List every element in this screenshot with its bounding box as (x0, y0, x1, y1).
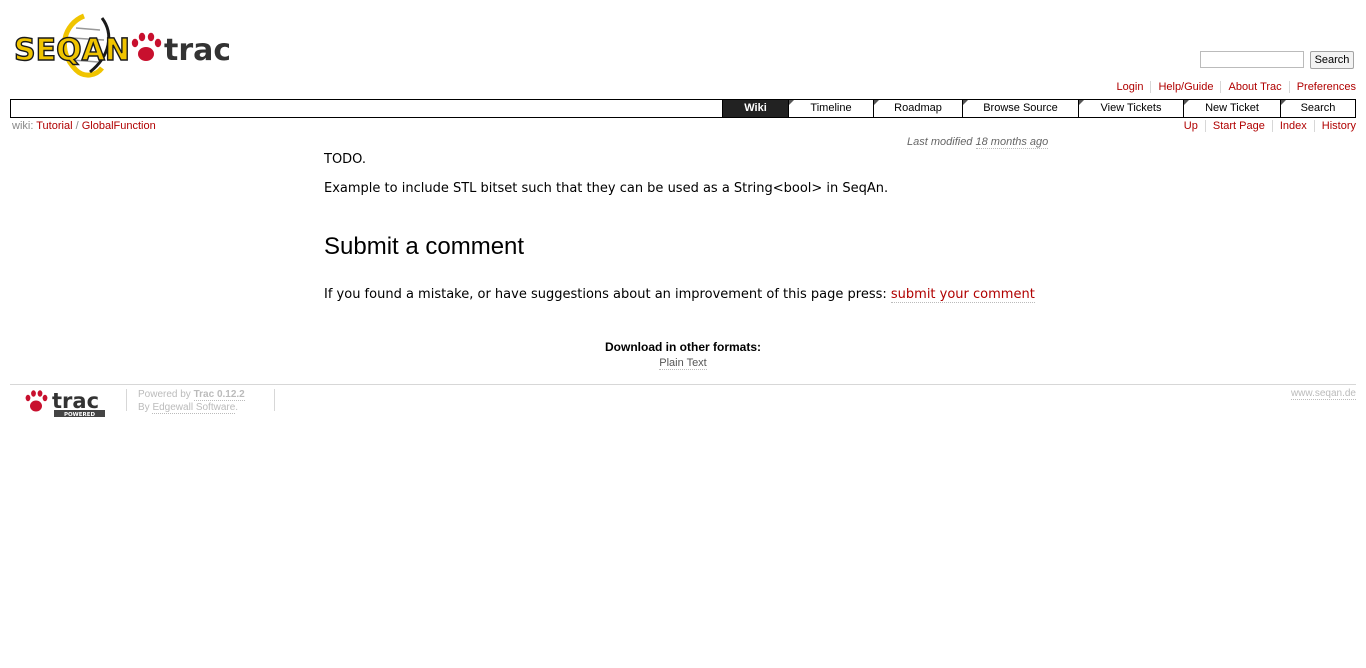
up-link[interactable]: Up (1177, 120, 1205, 132)
start-page-link[interactable]: Start Page (1204, 120, 1272, 132)
about-trac-link[interactable]: About Trac (1220, 81, 1289, 93)
meta-nav: Login Help/Guide About Trac Preferences (1110, 81, 1356, 93)
tab-browse-source-label: Browse Source (983, 102, 1058, 114)
breadcrumb-separator: / (75, 120, 79, 132)
plain-text-link[interactable]: Plain Text (659, 357, 707, 370)
alternate-formats: Download in other formats: Plain Text (0, 340, 1366, 370)
breadcrumb-prefix: wiki: (12, 120, 34, 132)
breadcrumb-tutorial-link[interactable]: Tutorial (36, 120, 72, 132)
breadcrumb-globalfunction-link[interactable]: GlobalFunction (82, 120, 156, 132)
seqan-site-link[interactable]: www.seqan.de (1290, 388, 1356, 400)
edgewall-link[interactable]: Edgewall Software (152, 402, 236, 414)
help-guide-link[interactable]: Help/Guide (1150, 81, 1221, 93)
last-modified-prefix: Last modified (907, 136, 973, 148)
preferences-link[interactable]: Preferences (1288, 81, 1356, 93)
footer-separator (126, 389, 127, 411)
breadcrumb: wiki: Tutorial / GlobalFunction (12, 120, 156, 132)
paw-icon (131, 32, 162, 61)
submit-comment-link[interactable]: submit your comment (890, 287, 1035, 303)
tab-corner-icon (874, 100, 879, 105)
powered-by-prefix: Powered by (138, 389, 191, 400)
seqan-trac-logo[interactable]: SEQAN trac (14, 10, 229, 82)
footer-logo-text: trac (52, 389, 99, 413)
tab-corner-icon (1184, 100, 1189, 105)
tab-wiki-label: Wiki (744, 102, 767, 114)
logo-seqan-text: SEQAN (14, 33, 130, 68)
period: . (235, 402, 239, 413)
tab-timeline[interactable]: Timeline (788, 100, 873, 117)
tab-view-tickets[interactable]: View Tickets (1078, 100, 1183, 117)
powered-by-line: Powered by Trac 0.12.2 (138, 388, 245, 401)
powered-badge-text: POWERED (64, 412, 96, 418)
feedback-text: If you found a mistake, or have suggesti… (324, 287, 887, 302)
tab-search-label: Search (1300, 102, 1336, 114)
by-vendor-line: By Edgewall Software. (138, 401, 245, 414)
last-modified: Last modified 18 months ago (907, 136, 1049, 149)
tab-corner-icon (1281, 100, 1286, 105)
index-link[interactable]: Index (1271, 120, 1314, 132)
paw-icon (25, 390, 48, 412)
logo-trac-text: trac (164, 33, 229, 68)
by-prefix: By (138, 402, 150, 413)
feedback-paragraph: If you found a mistake, or have suggesti… (324, 287, 1035, 303)
trac-version-link[interactable]: Trac 0.12.2 (193, 389, 245, 401)
search-input[interactable] (1200, 51, 1304, 68)
context-nav: Up Start Page Index History (1177, 120, 1356, 132)
tab-corner-icon (963, 100, 968, 105)
footer-powered-by: Powered by Trac 0.12.2 By Edgewall Softw… (138, 388, 245, 414)
footer-separator (274, 389, 275, 411)
tab-view-tickets-label: View Tickets (1100, 102, 1162, 114)
tab-new-ticket-label: New Ticket (1205, 102, 1259, 114)
tab-roadmap-label: Roadmap (894, 102, 942, 114)
footer-divider (10, 384, 1356, 385)
tab-corner-icon (789, 100, 794, 105)
last-modified-age-link[interactable]: 18 months ago (975, 136, 1049, 149)
tab-roadmap[interactable]: Roadmap (873, 100, 962, 117)
main-nav: Wiki Timeline Roadmap Browse Source View… (10, 99, 1356, 118)
tab-new-ticket[interactable]: New Ticket (1183, 100, 1280, 117)
tab-timeline-label: Timeline (810, 102, 852, 114)
alternate-formats-heading: Download in other formats: (605, 340, 761, 354)
tab-corner-icon (1079, 100, 1084, 105)
footer-right: www.seqan.de (1290, 388, 1356, 400)
history-link[interactable]: History (1313, 120, 1356, 132)
todo-paragraph: TODO. (324, 152, 367, 167)
trac-version: Trac 0.12.2 (193, 389, 245, 400)
login-link[interactable]: Login (1110, 81, 1151, 93)
example-paragraph: Example to include STL bitset such that … (324, 181, 889, 196)
tab-wiki[interactable]: Wiki (722, 100, 788, 117)
submit-comment-heading: Submit a comment (324, 233, 525, 260)
trac-powered-logo[interactable]: trac POWERED (24, 387, 108, 419)
tab-browse-source[interactable]: Browse Source (962, 100, 1078, 117)
search-button[interactable]: Search (1310, 51, 1354, 69)
tab-search[interactable]: Search (1280, 100, 1355, 117)
